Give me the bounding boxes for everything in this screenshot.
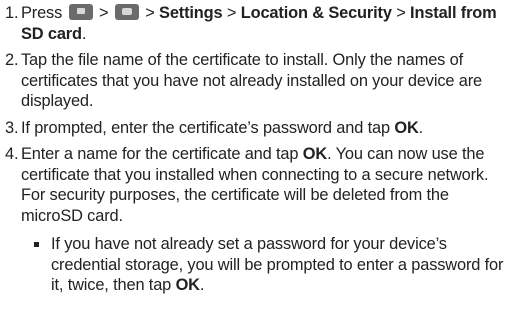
step-text: If prompted, enter the certificate’s pas…: [21, 119, 423, 137]
step-number: 2.: [5, 51, 19, 69]
separator: >: [226, 4, 237, 22]
ok-label: OK: [175, 276, 200, 294]
step-number: 4.: [5, 145, 19, 163]
separator: >: [98, 4, 109, 22]
step-text: Press > > Settings > Location & Security…: [21, 4, 497, 43]
punctuation: .: [199, 276, 205, 294]
location-security-label: Location & Security: [240, 4, 392, 22]
step-number: 3.: [5, 118, 19, 137]
bullet-text: If you have not already set a password f…: [51, 235, 504, 294]
punctuation: .: [81, 24, 87, 43]
sub-bullet-list: If you have not already set a password f…: [21, 234, 513, 296]
sub-bullet-item: If you have not already set a password f…: [21, 234, 513, 296]
step-3: 3. If prompted, enter the certificate’s …: [5, 118, 513, 139]
separator: >: [396, 4, 406, 22]
step-text: Enter a name for the certificate and tap…: [21, 145, 489, 225]
step-2: 2. Tap the file name of the certificate …: [5, 50, 513, 112]
instruction-page: 1. Press > > Settings > Location & Secur…: [0, 0, 515, 316]
menu-key-icon: [68, 4, 93, 20]
ok-label: OK: [394, 118, 419, 137]
step-body: Enter a name for the certificate and tap: [21, 145, 299, 163]
step-body: If prompted, enter the certificate’s pas…: [21, 118, 390, 137]
step-text: Tap the file name of the certificate to …: [21, 51, 482, 110]
press-text: Press: [21, 4, 63, 22]
separator: >: [145, 4, 155, 22]
step-4: 4. Enter a name for the certificate and …: [5, 144, 513, 296]
step-number: 1.: [5, 4, 19, 22]
step-1: 1. Press > > Settings > Location & Secur…: [5, 3, 513, 44]
settings-label: Settings: [159, 4, 223, 22]
square-bullet-icon: [34, 242, 39, 247]
punctuation: .: [418, 118, 424, 137]
ok-label: OK: [302, 145, 328, 163]
steps-list: 1. Press > > Settings > Location & Secur…: [5, 3, 513, 302]
home-key-icon: [114, 4, 139, 20]
